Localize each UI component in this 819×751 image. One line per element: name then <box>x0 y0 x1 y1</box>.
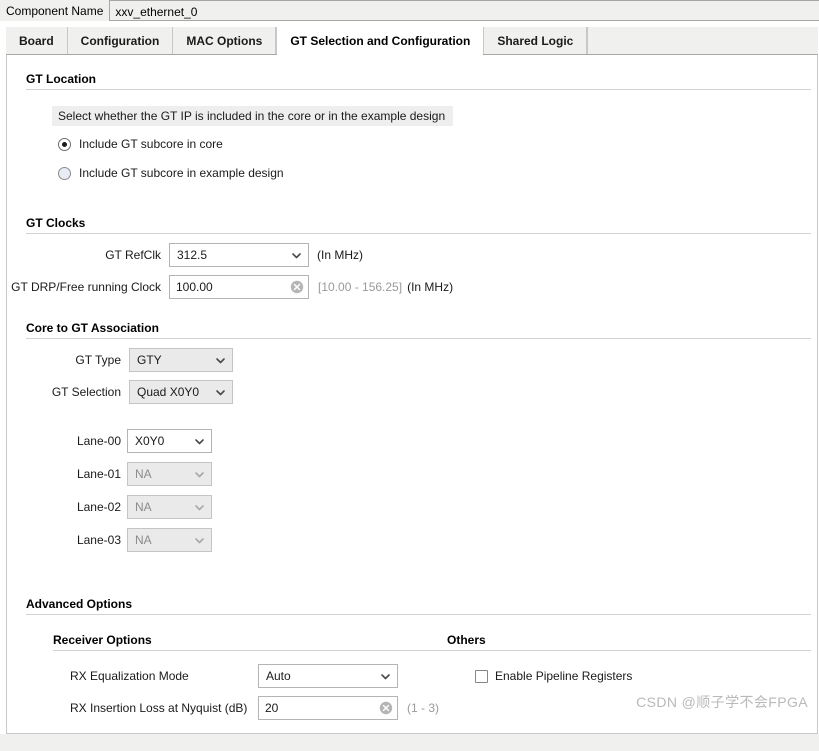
lane-02-value: NA <box>135 500 152 514</box>
gt-location-title: GT Location <box>26 72 96 86</box>
gt-refclk-unit: (In MHz) <box>317 248 363 262</box>
radio-include-gt-subcore-in-core[interactable]: Include GT subcore in core <box>58 137 817 151</box>
advanced-options-title: Advanced Options <box>26 597 133 611</box>
lane-02-combo[interactable]: NA <box>127 495 212 519</box>
component-name-input[interactable]: xxv_ethernet_0 <box>109 0 819 21</box>
gt-refclk-combo[interactable]: 312.5 <box>169 243 309 267</box>
gt-type-combo[interactable]: GTY <box>129 348 233 372</box>
gt-location-hint: Select whether the GT IP is included in … <box>52 106 454 126</box>
chevron-down-icon <box>215 355 226 366</box>
gt-selection-panel: GT Location Select whether the GT IP is … <box>6 55 818 734</box>
section-core-to-gt-association: Core to GT Association GT Type GTY GT Se… <box>7 299 817 552</box>
chevron-down-icon <box>194 535 205 546</box>
tabstrip-wrap: Board Configuration MAC Options GT Selec… <box>0 21 819 55</box>
chevron-down-icon <box>194 502 205 513</box>
row-gt-selection: GT Selection Quad X0Y0 <box>7 380 817 404</box>
gt-drp-clock-input[interactable]: 100.00 <box>169 275 309 299</box>
rx-insertion-loss-label: RX Insertion Loss at Nyquist (dB) <box>70 701 248 715</box>
row-rx-equalization-mode: RX Equalization Mode Auto <box>53 664 447 688</box>
gt-selection-value: Quad X0Y0 <box>137 385 200 399</box>
gt-drp-clock-label: GT DRP/Free running Clock <box>11 280 161 294</box>
gt-selection-label: GT Selection <box>51 385 121 399</box>
row-gt-refclk: GT RefClk 312.5 (In MHz) <box>7 243 817 267</box>
others-title: Others <box>447 633 486 647</box>
rx-insertion-loss-range: (1 - 3) <box>407 701 440 715</box>
others-group: Others Enable Pipeline Registers <box>447 633 817 720</box>
rx-equalization-mode-label: RX Equalization Mode <box>70 669 189 683</box>
core-to-gt-title: Core to GT Association <box>26 321 159 335</box>
chevron-down-icon <box>380 671 391 682</box>
rx-equalization-mode-value: Auto <box>266 669 291 683</box>
row-gt-type: GT Type GTY <box>7 348 817 372</box>
row-gt-drp-clock: GT DRP/Free running Clock 100.00 [10.00 … <box>7 275 817 299</box>
tabstrip-filler <box>587 27 818 54</box>
rx-equalization-mode-combo[interactable]: Auto <box>258 664 398 688</box>
gt-selection-combo[interactable]: Quad X0Y0 <box>129 380 233 404</box>
enable-pipeline-registers-label: Enable Pipeline Registers <box>495 669 633 683</box>
radio-icon-unselected[interactable] <box>58 166 71 180</box>
section-advanced-options: Advanced Options Receiver Options RX Equ… <box>7 552 817 720</box>
clear-circle-icon[interactable] <box>290 280 304 294</box>
tabstrip: Board Configuration MAC Options GT Selec… <box>6 27 818 55</box>
tab-shared-logic[interactable]: Shared Logic <box>484 27 588 54</box>
radio-icon-selected[interactable] <box>58 137 71 151</box>
radio-label-include-in-example: Include GT subcore in example design <box>79 166 284 180</box>
lane-01-label: Lane-01 <box>76 467 121 481</box>
window-bottom-strip <box>0 734 819 751</box>
tab-mac-options[interactable]: MAC Options <box>173 27 277 54</box>
row-lane-03: Lane-03 NA <box>7 528 817 552</box>
section-gt-clocks: GT Clocks GT RefClk 312.5 (In MHz) GT DR… <box>7 180 817 299</box>
lane-01-value: NA <box>135 467 152 481</box>
gt-drp-clock-range: [10.00 - 156.25] <box>318 280 403 294</box>
chevron-down-icon <box>215 387 226 398</box>
gt-type-label: GT Type <box>75 353 121 367</box>
row-lane-00: Lane-00 X0Y0 <box>7 429 817 453</box>
gt-refclk-value: 312.5 <box>177 248 208 262</box>
lane-03-value: NA <box>135 533 152 547</box>
tab-gt-selection-and-configuration[interactable]: GT Selection and Configuration <box>276 27 485 55</box>
row-lane-01: Lane-01 NA <box>7 462 817 486</box>
chevron-down-icon <box>194 436 205 447</box>
enable-pipeline-registers-checkbox[interactable] <box>475 669 488 683</box>
gt-location-divider <box>26 89 811 90</box>
lane-00-label: Lane-00 <box>76 434 121 448</box>
lane-01-combo[interactable]: NA <box>127 462 212 486</box>
component-name-bar: Component Name xxv_ethernet_0 <box>0 0 819 21</box>
rx-insertion-loss-value: 20 <box>265 701 279 715</box>
gt-drp-clock-unit: (In MHz) <box>407 280 454 294</box>
receiver-options-title: Receiver Options <box>53 633 152 647</box>
lane-03-combo[interactable]: NA <box>127 528 212 552</box>
section-gt-location: GT Location Select whether the GT IP is … <box>7 55 817 180</box>
chevron-down-icon <box>291 250 302 261</box>
receiver-options-group: Receiver Options RX Equalization Mode Au… <box>7 633 447 720</box>
radio-label-include-in-core: Include GT subcore in core <box>79 137 223 151</box>
gt-clocks-divider <box>26 233 811 234</box>
row-enable-pipeline-registers[interactable]: Enable Pipeline Registers <box>447 664 811 688</box>
radio-include-gt-subcore-in-example-design[interactable]: Include GT subcore in example design <box>58 166 817 180</box>
lane-03-label: Lane-03 <box>76 533 121 547</box>
gt-drp-clock-value: 100.00 <box>176 280 213 294</box>
row-rx-insertion-loss: RX Insertion Loss at Nyquist (dB) 20 (1 … <box>53 696 447 720</box>
core-to-gt-divider <box>26 338 811 339</box>
lane-00-value: X0Y0 <box>135 434 165 448</box>
clear-circle-icon[interactable] <box>379 701 393 715</box>
component-name-label: Component Name <box>6 4 104 18</box>
lane-00-combo[interactable]: X0Y0 <box>127 429 212 453</box>
lane-02-label: Lane-02 <box>76 500 121 514</box>
gt-refclk-label: GT RefClk <box>105 248 161 262</box>
tab-configuration[interactable]: Configuration <box>67 27 174 54</box>
tab-board[interactable]: Board <box>6 27 68 54</box>
others-divider <box>447 650 811 651</box>
receiver-options-divider <box>53 650 447 651</box>
chevron-down-icon <box>194 469 205 480</box>
advanced-options-columns: Receiver Options RX Equalization Mode Au… <box>7 615 817 720</box>
rx-insertion-loss-input[interactable]: 20 <box>258 696 398 720</box>
row-lane-02: Lane-02 NA <box>7 495 817 519</box>
gt-type-value: GTY <box>137 353 162 367</box>
gt-clocks-title: GT Clocks <box>26 216 86 230</box>
